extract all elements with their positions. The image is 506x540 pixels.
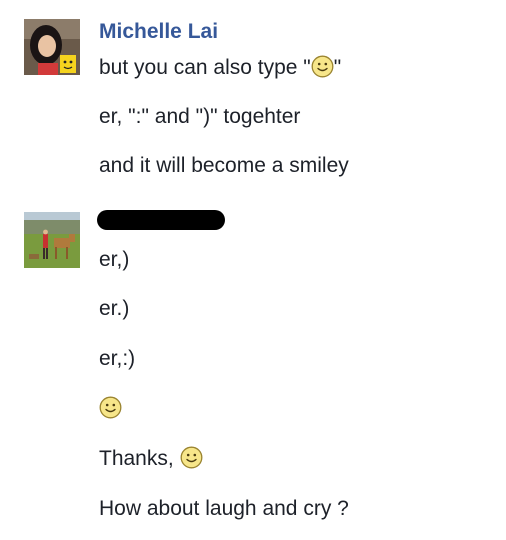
profile-photo-icon (24, 212, 80, 268)
message-text-part: Thanks, (99, 447, 180, 470)
smiley-icon (99, 396, 122, 419)
message-text: er, ":" and ")" togehter (99, 105, 301, 128)
redacted-sender-name (97, 210, 225, 230)
message-text: er.) (99, 297, 130, 320)
message-text: Thanks, (99, 446, 203, 472)
avatar-redacted-sender[interactable] (24, 212, 80, 268)
profile-photo-icon (24, 19, 80, 75)
smiley-icon (311, 55, 334, 78)
message-text: and it will become a smiley (99, 154, 349, 177)
message-text: How about laugh and cry ? (99, 497, 349, 520)
message-text: er,:) (99, 347, 136, 370)
message-text-part: " (333, 56, 342, 79)
message-text: but you can also type " " (99, 55, 341, 81)
message-text: er,) (99, 248, 130, 271)
smiley-icon (180, 446, 203, 469)
sender-name[interactable]: Michelle Lai (99, 19, 218, 45)
message-text-part: but you can also type " (99, 56, 311, 79)
avatar-michelle-lai[interactable] (24, 19, 80, 75)
message-emoji (99, 396, 122, 422)
